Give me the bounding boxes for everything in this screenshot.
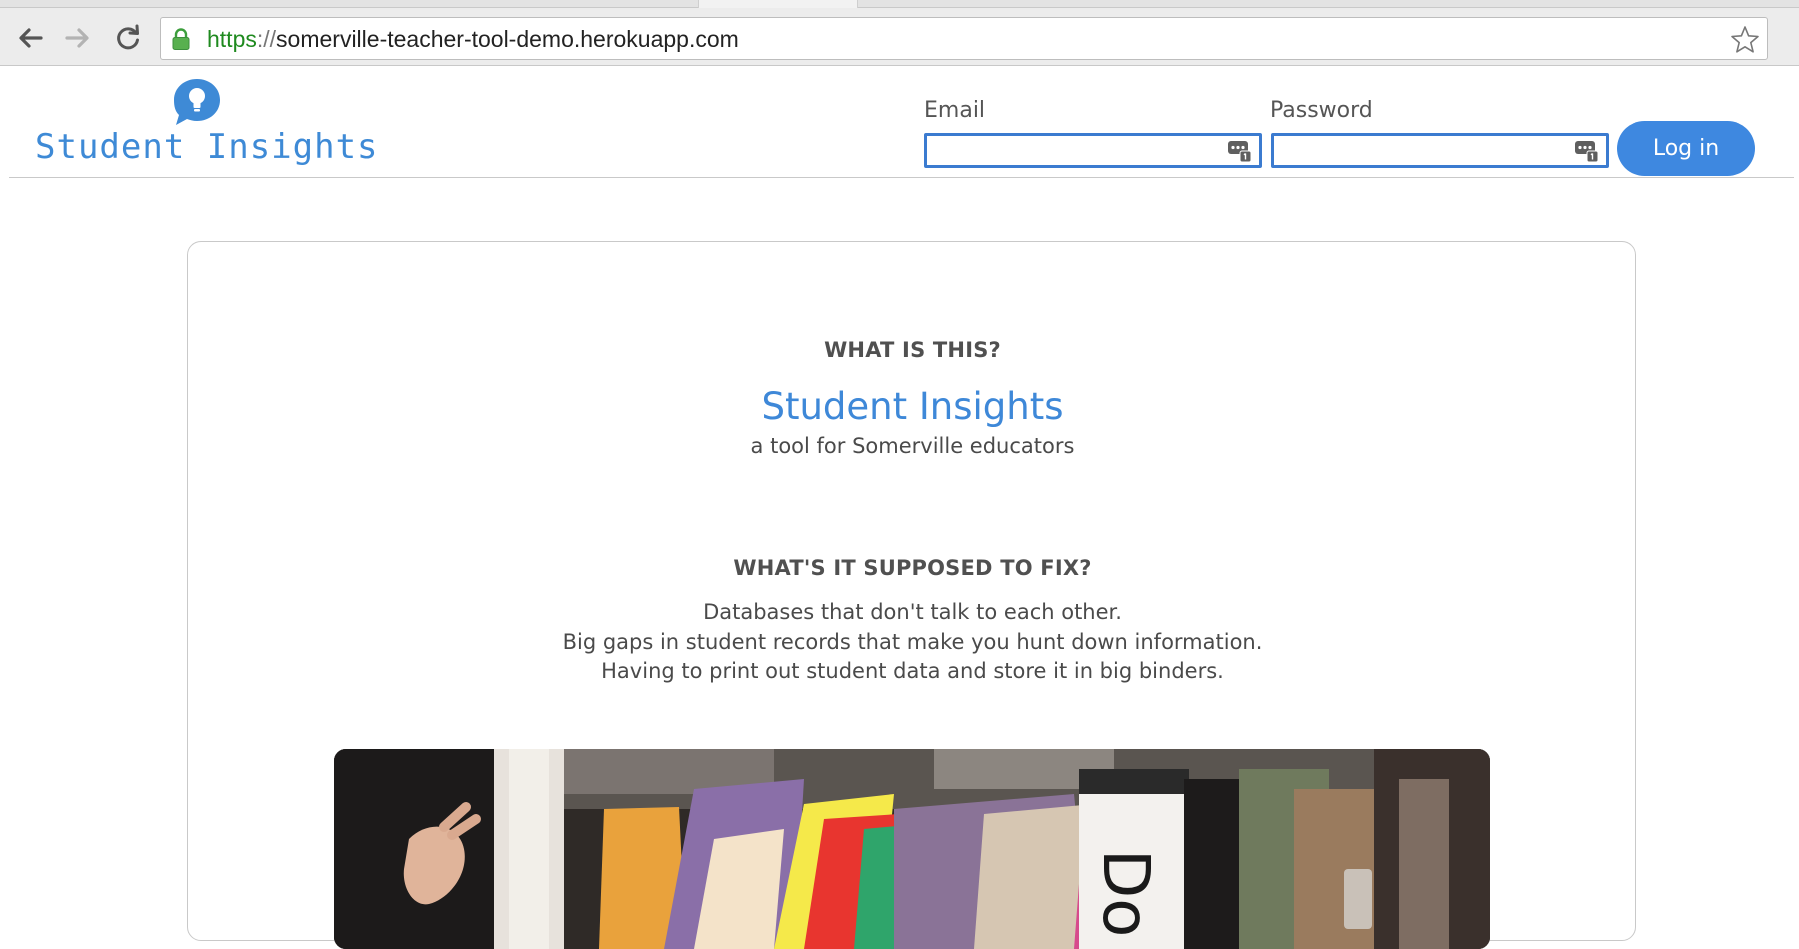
email-input[interactable] [924,133,1262,168]
lock-icon [172,28,190,50]
url-scheme: https [207,26,257,52]
binders-photo: Do [334,749,1490,949]
site-header: Student Insights Email Password Log in [9,67,1794,178]
password-input[interactable] [1271,133,1609,168]
problem-line: Databases that don't talk to each other. [703,600,1122,624]
tagline: a tool for Somerville educators [750,434,1075,458]
binders-photo-illustration: Do [334,749,1490,949]
problem-line: Big gaps in student records that make yo… [562,630,1263,654]
product-name: Student Insights [761,385,1064,428]
star-icon[interactable] [1729,24,1761,56]
info-card: WHAT IS THIS? Student Insights a tool fo… [187,241,1636,949]
logo-text[interactable]: Student Insights [35,127,379,167]
url-separator: :// [256,26,277,52]
browser-toolbar: https://somerville-teacher-tool-demo.her… [0,0,1799,66]
back-icon [19,28,43,48]
problem-line: Having to print out student data and sto… [601,659,1224,683]
address-bar[interactable]: https://somerville-teacher-tool-demo.her… [160,17,1768,60]
back-button[interactable] [12,20,48,56]
autofill-key-icon[interactable] [1227,139,1253,163]
fix-heading: WHAT'S IT SUPPOSED TO FIX? [733,556,1092,580]
browser-tab[interactable] [698,0,858,8]
tab-strip [0,0,1799,8]
what-heading: WHAT IS THIS? [824,338,1001,362]
svg-text:Do: Do [1088,849,1162,937]
reload-icon [117,24,139,50]
email-label: Email [924,98,986,123]
login-button[interactable]: Log in [1617,121,1755,176]
address-url: https://somerville-teacher-tool-demo.her… [207,26,739,53]
forward-icon [65,28,89,48]
url-host: somerville-teacher-tool-demo.herokuapp.c… [276,26,739,52]
forward-button[interactable] [60,20,96,56]
autofill-key-icon[interactable] [1574,139,1600,163]
password-label: Password [1270,98,1373,123]
reload-button[interactable] [110,20,146,56]
lightbulb-bubble-icon[interactable] [166,77,228,127]
